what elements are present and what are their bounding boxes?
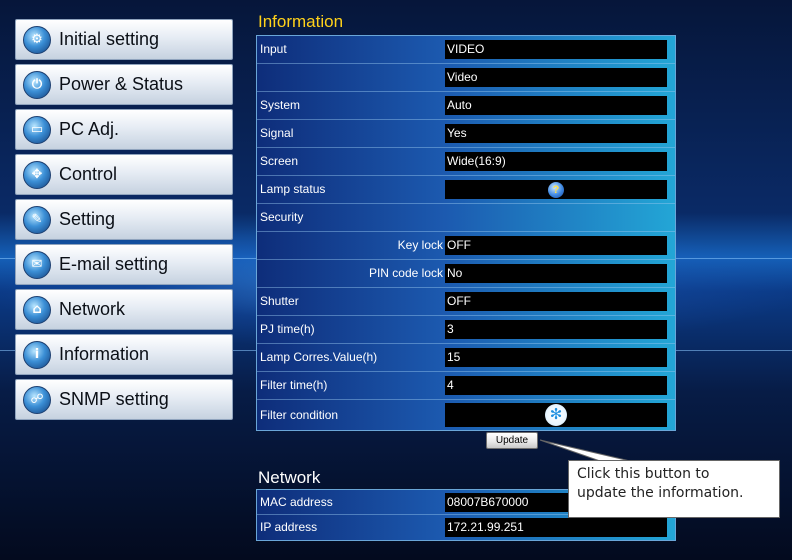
info-row-screen: Screen Wide(16:9) — [257, 148, 675, 176]
gear-icon: ⚙ — [23, 25, 51, 54]
info-row-signal: Signal Yes — [257, 120, 675, 148]
sidebar-item-network[interactable]: ⌂ Network — [15, 289, 233, 330]
network-icon: ⌂ — [23, 295, 51, 324]
sidebar-item-email-setting[interactable]: ✉ E-mail setting — [15, 244, 233, 285]
info-row-input-sub: Video — [257, 64, 675, 92]
sidebar-item-label: Power & Status — [59, 74, 184, 94]
sidebar-item-control[interactable]: ✥ Control — [15, 154, 233, 195]
info-row-security: Security — [257, 204, 675, 232]
lamp-corres-value: 15 — [445, 348, 667, 367]
pin-code-lock-label: PIN code lock — [368, 266, 443, 280]
key-lock-value: OFF — [445, 236, 667, 255]
info-row-shutter: Shutter OFF — [257, 288, 675, 316]
input-label: Input — [260, 42, 287, 56]
sidebar-item-pc-adj[interactable]: ▭ PC Adj. — [15, 109, 233, 150]
mac-address-label: MAC address — [260, 495, 333, 509]
monitor-icon: ▭ — [23, 115, 51, 144]
shutter-label: Shutter — [260, 294, 299, 308]
filter-time-label: Filter time(h) — [260, 378, 328, 392]
signal-label: Signal — [260, 126, 294, 140]
signal-value: Yes — [445, 124, 667, 143]
sidebar-item-setting[interactable]: ✎ Setting — [15, 199, 233, 240]
pj-time-value: 3 — [445, 320, 667, 339]
callout-line-2: update the information. — [577, 485, 744, 501]
info-row-pj-time: PJ time(h) 3 — [257, 316, 675, 344]
sidebar-item-power-status[interactable]: ⏻ Power & Status — [15, 64, 233, 105]
sidebar-item-label: SNMP setting — [59, 389, 169, 409]
sidebar-menu: ⚙ Initial setting ⏻ Power & Status ▭ PC … — [15, 19, 233, 424]
info-row-system: System Auto — [257, 92, 675, 120]
sidebar-item-information[interactable]: i Information — [15, 334, 233, 375]
security-label: Security — [260, 210, 304, 224]
filter-fan-icon: ✻ — [545, 404, 567, 426]
sidebar-item-label: Information — [59, 344, 150, 364]
system-label: System — [260, 98, 301, 112]
callout-line-1: Click this button to — [577, 466, 710, 482]
wrench-icon: ✎ — [23, 205, 51, 234]
info-row-lamp-corres: Lamp Corres.Value(h) 15 — [257, 344, 675, 372]
screen-value: Wide(16:9) — [445, 152, 667, 171]
ip-address-label: IP address — [260, 520, 318, 534]
ip-address-value: 172.21.99.251 — [445, 518, 667, 537]
filter-condition-value: ✻ — [445, 403, 667, 427]
info-row-input: Input VIDEO — [257, 36, 675, 64]
information-title: Information — [258, 12, 344, 31]
power-icon: ⏻ — [23, 70, 51, 99]
lamp-bulb-icon: ? — [548, 181, 564, 198]
sidebar-item-snmp-setting[interactable]: ☍ SNMP setting — [15, 379, 233, 420]
info-row-filter-time: Filter time(h) 4 — [257, 372, 675, 400]
envelope-icon: ✉ — [23, 250, 51, 279]
update-button[interactable]: Update — [486, 432, 538, 449]
control-pad-icon: ✥ — [23, 160, 51, 189]
input-value-secondary: Video — [445, 68, 667, 87]
pj-time-label: PJ time(h) — [260, 322, 315, 336]
sidebar-item-label: Initial setting — [59, 29, 160, 49]
network-row-ip: IP address 172.21.99.251 — [257, 515, 675, 540]
info-row-pin-lock: PIN code lock No — [257, 260, 675, 288]
lamp-corres-label: Lamp Corres.Value(h) — [260, 350, 378, 364]
snmp-icon: ☍ — [23, 385, 51, 414]
info-icon: i — [23, 340, 51, 369]
info-row-lamp-status: Lamp status ? — [257, 176, 675, 204]
information-panel: Input VIDEO Video System Auto Signal Yes… — [256, 35, 676, 431]
filter-time-value: 4 — [445, 376, 667, 395]
update-callout: Click this button to update the informat… — [568, 460, 780, 518]
key-lock-label: Key lock — [397, 238, 443, 252]
info-row-filter-condition: Filter condition ✻ — [257, 400, 675, 430]
pin-code-lock-value: No — [445, 264, 667, 283]
sidebar-item-label: Network — [59, 299, 126, 319]
sidebar-item-label: Control — [59, 164, 118, 184]
shutter-value: OFF — [445, 292, 667, 311]
input-value: VIDEO — [445, 40, 667, 59]
info-row-key-lock: Key lock OFF — [257, 232, 675, 260]
screen-label: Screen — [260, 154, 299, 168]
sidebar-item-label: PC Adj. — [59, 119, 120, 139]
sidebar-item-initial-setting[interactable]: ⚙ Initial setting — [15, 19, 233, 60]
system-value: Auto — [445, 96, 667, 115]
lamp-status-label: Lamp status — [260, 182, 326, 196]
network-title: Network — [258, 468, 321, 487]
sidebar-item-label: Setting — [59, 209, 116, 229]
lamp-status-value: ? — [445, 180, 667, 199]
filter-condition-label: Filter condition — [260, 408, 339, 422]
sidebar-item-label: E-mail setting — [59, 254, 169, 274]
